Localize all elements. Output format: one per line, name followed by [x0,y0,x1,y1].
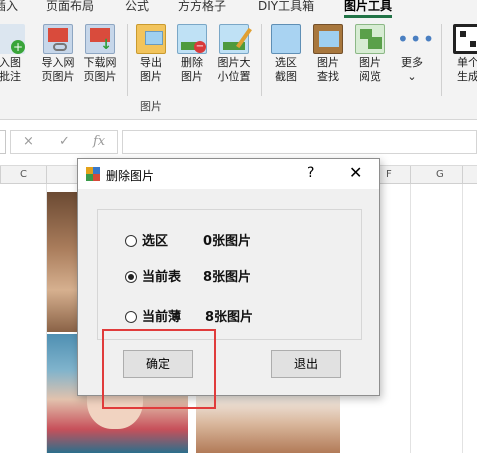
insert-picture-comment-icon: + [0,24,25,54]
annotation-highlight-box [102,329,216,409]
import-web-picture-button[interactable]: 导入网 页图片 [38,24,78,84]
formula-actions: × ✓ fx [10,130,118,154]
tab-diy-toolbox[interactable]: DIY工具箱 [258,0,314,12]
qr-code-button[interactable]: 单个 生成 [448,24,477,84]
option-current-workbook-label: 当前薄 [142,310,182,325]
close-icon[interactable]: ✕ [349,163,362,182]
option-selection[interactable]: 选区 0张图片 [125,230,251,249]
dialog-title-bar: 删除图片 ? ✕ [78,159,379,189]
qr-code-icon [453,24,477,54]
insert-picture-comment-button[interactable]: + 入图 批注 [0,24,30,84]
picture-size-position-button[interactable]: 图片大 小位置 [214,24,254,84]
delete-picture-icon: − [177,24,207,54]
column-c-header[interactable]: C [20,169,27,180]
insert-function-icon[interactable]: fx [93,134,105,149]
ribbon-separator [261,24,262,96]
option-selection-count: 0张图片 [203,234,252,249]
selection-screenshot-button[interactable]: 选区 截图 [266,24,306,84]
ribbon-separator [441,24,442,96]
ribbon-group-label: 图片 [140,100,162,113]
confirm-formula-icon[interactable]: ✓ [59,134,70,149]
export-picture-icon [136,24,166,54]
ribbon-separator [127,24,128,96]
column-divider [46,166,47,184]
column-divider [0,166,1,184]
picture-find-button[interactable]: 图片 查找 [308,24,348,84]
dialog-title: 删除图片 [106,169,155,183]
delete-picture-button[interactable]: − 删除 图片 [172,24,212,84]
name-box[interactable] [0,130,6,154]
ribbon: + 入图 批注 导入网 页图片 ↓ 下载网 页图片 导出 图片 − 删除 图片 [0,18,477,120]
grid-line [462,184,463,453]
option-current-sheet[interactable]: 当前表 8张图片 [125,266,251,285]
option-current-workbook[interactable]: 当前薄 8张图片 [125,306,253,325]
radio-current-sheet[interactable] [125,270,137,283]
picture-find-icon [313,24,343,54]
picture-size-position-icon [219,24,252,54]
radio-current-workbook[interactable] [125,310,137,323]
column-divider [462,166,463,184]
radio-selection[interactable] [125,234,137,247]
import-web-picture-icon [43,24,73,54]
export-picture-button[interactable]: 导出 图片 [131,24,171,84]
column-f-header[interactable]: F [386,169,392,180]
option-current-workbook-count: 8张图片 [205,310,254,325]
more-button[interactable]: ••• 更多 ⌄ [392,24,436,84]
cancel-formula-icon[interactable]: × [23,134,34,149]
grid-line [410,184,411,453]
option-current-sheet-count: 8张图片 [203,270,252,285]
download-web-picture-button[interactable]: ↓ 下载网 页图片 [80,24,120,84]
tab-insert[interactable]: 插入 [0,0,18,12]
tab-page-layout[interactable]: 页面布局 [46,0,94,12]
sheet-picture[interactable] [196,396,340,453]
exit-button[interactable]: 退出 [271,350,341,378]
option-selection-label: 选区 [142,234,169,249]
more-icon: ••• [397,27,436,51]
tab-picture-tools[interactable]: 图片工具 [344,0,393,18]
column-divider [410,166,411,184]
column-g-header[interactable]: G [436,169,444,180]
tab-formulas[interactable]: 公式 [125,0,149,12]
help-icon[interactable]: ? [307,165,314,181]
app-icon [86,167,100,181]
selection-screenshot-icon [271,24,301,54]
formula-input[interactable] [122,130,477,154]
download-web-picture-icon: ↓ [85,24,115,54]
option-current-sheet-label: 当前表 [142,270,182,285]
tab-fangfang[interactable]: 方方格子 [178,0,226,12]
picture-browse-icon [355,24,385,54]
picture-browse-button[interactable]: 图片 阅览 [350,24,390,84]
ribbon-tab-bar: 插入 页面布局 公式 方方格子 DIY工具箱 图片工具 [0,0,477,18]
